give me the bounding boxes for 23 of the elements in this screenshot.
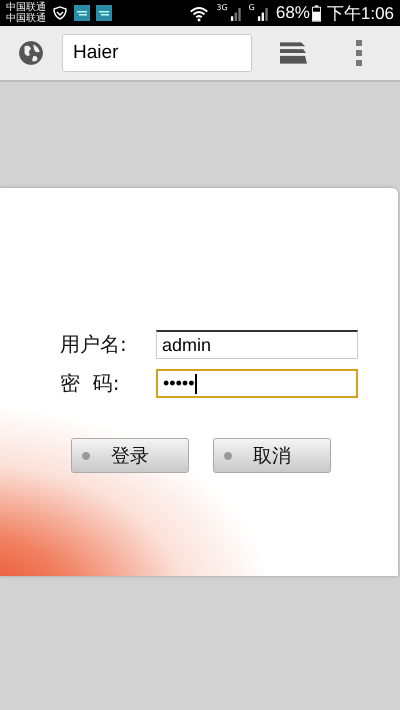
input-field[interactable]: ••••• [156,369,358,398]
tabs-icon[interactable] [280,42,307,64]
clock: 下午1:06 [326,2,394,24]
address-field[interactable]: Haier [62,34,252,72]
network-type: G [248,3,255,12]
shield-icon [52,5,68,21]
carrier-name: 中国联通 [6,13,46,24]
globe-icon[interactable] [18,40,44,66]
app-icon [96,5,112,21]
form-button[interactable]: 登录 [71,438,189,473]
field-label: 用户名: [60,331,128,358]
form-button[interactable]: 取消 [213,438,331,473]
network-type: 3G [216,3,228,12]
battery-icon [312,4,321,22]
field-label: 密 码: [60,370,120,397]
menu-icon[interactable] [355,40,363,66]
input-field[interactable]: admin [156,330,358,359]
signal-icon [230,6,243,20]
carrier-name: 中国联通 [6,2,46,13]
battery-percent: 68% [276,3,310,23]
signal-icon [256,6,270,20]
wifi-icon [188,4,210,22]
app-icon [74,5,90,21]
